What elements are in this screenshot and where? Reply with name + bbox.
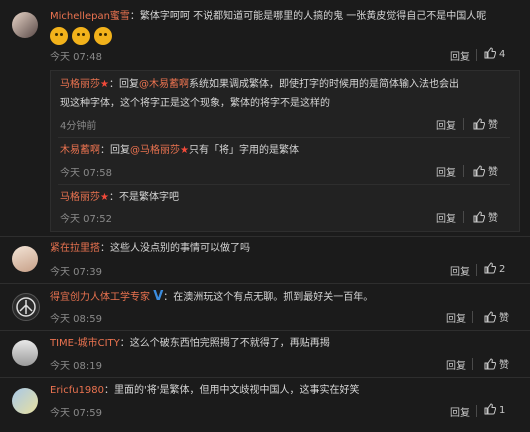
divider bbox=[0, 330, 530, 331]
divider bbox=[476, 405, 477, 417]
divider bbox=[476, 264, 477, 276]
reply-button[interactable]: 回复 bbox=[436, 210, 456, 225]
reply-button[interactable]: 回复 bbox=[446, 310, 466, 325]
comment-line: Michellepan蜜雪：繁体字呵呵 不说都知道可能是哪里的人搞的鬼 一张黄皮… bbox=[50, 9, 486, 25]
like-button[interactable]: 赞 bbox=[473, 209, 498, 224]
mention-link[interactable]: @马格丽莎 bbox=[130, 145, 180, 156]
like-label: 赞 bbox=[499, 313, 509, 324]
reply-text: 系统如果调成繁体，即使打字的时候用的是简体输入法也会出 bbox=[188, 79, 459, 90]
emoji-icon bbox=[50, 27, 68, 45]
reply-text: ：回复 bbox=[100, 145, 130, 156]
timestamp: 今天 07:39 bbox=[50, 267, 102, 278]
thumbs-up-icon bbox=[473, 211, 486, 223]
like-label: 赞 bbox=[488, 167, 498, 178]
timestamp: 今天 07:58 bbox=[60, 168, 112, 179]
comment-text: ：这些人没点别的事情可以做了吗 bbox=[100, 243, 250, 254]
divider bbox=[0, 283, 530, 284]
timestamp: 4分钟前 bbox=[60, 121, 97, 132]
username[interactable]: 木易蓄啊 bbox=[60, 145, 100, 156]
like-count: 1 bbox=[499, 405, 506, 416]
avatar[interactable] bbox=[12, 246, 38, 272]
divider bbox=[0, 236, 530, 237]
timestamp: 今天 08:19 bbox=[50, 361, 102, 372]
reply-line: 马格丽莎★：不是繁体字吧 bbox=[60, 190, 179, 206]
comment-text: ：繁体字呵呵 不说都知道可能是哪里的人搞的鬼 一张黄皮觉得自己不是中国人呢 bbox=[129, 11, 487, 22]
thumbs-up-icon bbox=[484, 262, 497, 274]
logo-icon bbox=[16, 297, 36, 317]
like-count: 4 bbox=[499, 49, 506, 60]
mention-link[interactable]: @木易蓄啊 bbox=[139, 79, 189, 90]
divider bbox=[463, 165, 464, 177]
thumbs-up-icon bbox=[484, 47, 497, 59]
avatar[interactable] bbox=[12, 293, 40, 321]
like-button[interactable]: 4 bbox=[484, 47, 505, 60]
divider bbox=[58, 184, 510, 185]
divider bbox=[0, 377, 530, 378]
comment-line: 得宜创力人体工学专家 V：在澳洲玩这个有点无聊。抓到最好关一百年。 bbox=[50, 289, 373, 306]
reply-line: 马格丽莎★：回复@木易蓄啊系统如果调成繁体，即使打字的时候用的是简体输入法也会出 bbox=[60, 77, 459, 93]
username[interactable]: Ericfu1980 bbox=[50, 385, 104, 396]
reply-text: 现这种字体，这个将字正是这个现象，繁体的将字不是这样的 bbox=[60, 98, 330, 109]
like-button[interactable]: 2 bbox=[484, 262, 505, 275]
thumbs-up-icon bbox=[484, 403, 497, 415]
comment-text: ：在澳洲玩这个有点无聊。抓到最好关一百年。 bbox=[163, 292, 374, 303]
like-button[interactable]: 赞 bbox=[484, 309, 509, 324]
like-label: 赞 bbox=[488, 120, 498, 131]
thumbs-up-icon bbox=[484, 358, 497, 370]
like-label: 赞 bbox=[488, 213, 498, 224]
divider bbox=[463, 211, 464, 223]
timestamp: 今天 07:52 bbox=[60, 214, 112, 225]
like-button[interactable]: 赞 bbox=[473, 163, 498, 178]
reply-text: ：不是繁体字吧 bbox=[108, 192, 179, 203]
username[interactable]: TIME-城市CITY bbox=[50, 338, 120, 349]
username[interactable]: 紧在拉里搭 bbox=[50, 243, 100, 254]
reply-text: ：回复 bbox=[108, 79, 139, 90]
divider bbox=[463, 118, 464, 130]
avatar[interactable] bbox=[12, 340, 38, 366]
username[interactable]: 得宜创力人体工学专家 bbox=[50, 292, 150, 303]
reply-text: 只有「将」字用的是繁体 bbox=[188, 145, 299, 156]
badge-icon: ★ bbox=[180, 145, 189, 156]
reply-button[interactable]: 回复 bbox=[436, 117, 456, 132]
emoji-icon bbox=[94, 27, 112, 45]
reply-button[interactable]: 回复 bbox=[450, 48, 470, 63]
username[interactable]: 马格丽莎 bbox=[60, 192, 100, 203]
divider bbox=[476, 49, 477, 61]
timestamp: 今天 07:48 bbox=[50, 52, 102, 63]
badge-icon: ★ bbox=[100, 192, 109, 203]
reply-line: 木易蓄啊：回复@马格丽莎★只有「将」字用的是繁体 bbox=[60, 143, 299, 159]
verified-icon: V bbox=[153, 289, 164, 304]
timestamp: 今天 07:59 bbox=[50, 408, 102, 419]
avatar[interactable] bbox=[12, 388, 38, 414]
username[interactable]: 马格丽莎 bbox=[60, 79, 100, 90]
divider bbox=[472, 358, 473, 370]
reply-button[interactable]: 回复 bbox=[450, 263, 470, 278]
comment-text: ：里面的'将'是繁体，但用中文歧视中国人，这事实在好笑 bbox=[104, 385, 360, 396]
comment-line: Ericfu1980：里面的'将'是繁体，但用中文歧视中国人，这事实在好笑 bbox=[50, 383, 360, 399]
divider bbox=[472, 311, 473, 323]
avatar[interactable] bbox=[12, 12, 38, 38]
thumbs-up-icon bbox=[473, 118, 486, 130]
like-label: 赞 bbox=[499, 360, 509, 371]
comment-line: 紧在拉里搭：这些人没点别的事情可以做了吗 bbox=[50, 241, 250, 257]
like-button[interactable]: 1 bbox=[484, 403, 505, 416]
reply-button[interactable]: 回复 bbox=[436, 164, 456, 179]
thumbs-up-icon bbox=[484, 311, 497, 323]
comment-text: ：这么个破东西怕完照揭了不就得了，再贴再揭 bbox=[119, 338, 330, 349]
like-button[interactable]: 赞 bbox=[484, 356, 509, 371]
divider bbox=[58, 137, 510, 138]
emoji-icon bbox=[72, 27, 90, 45]
reply-button[interactable]: 回复 bbox=[446, 357, 466, 372]
badge-icon: ★ bbox=[100, 79, 109, 90]
reply-button[interactable]: 回复 bbox=[450, 404, 470, 419]
like-button[interactable]: 赞 bbox=[473, 116, 498, 131]
like-count: 2 bbox=[499, 264, 506, 275]
timestamp: 今天 08:59 bbox=[50, 314, 102, 325]
comment-line: TIME-城市CITY：这么个破东西怕完照揭了不就得了，再贴再揭 bbox=[50, 336, 330, 352]
username[interactable]: Michellepan蜜雪 bbox=[50, 11, 130, 22]
emoji-row bbox=[50, 27, 116, 48]
thumbs-up-icon bbox=[473, 165, 486, 177]
